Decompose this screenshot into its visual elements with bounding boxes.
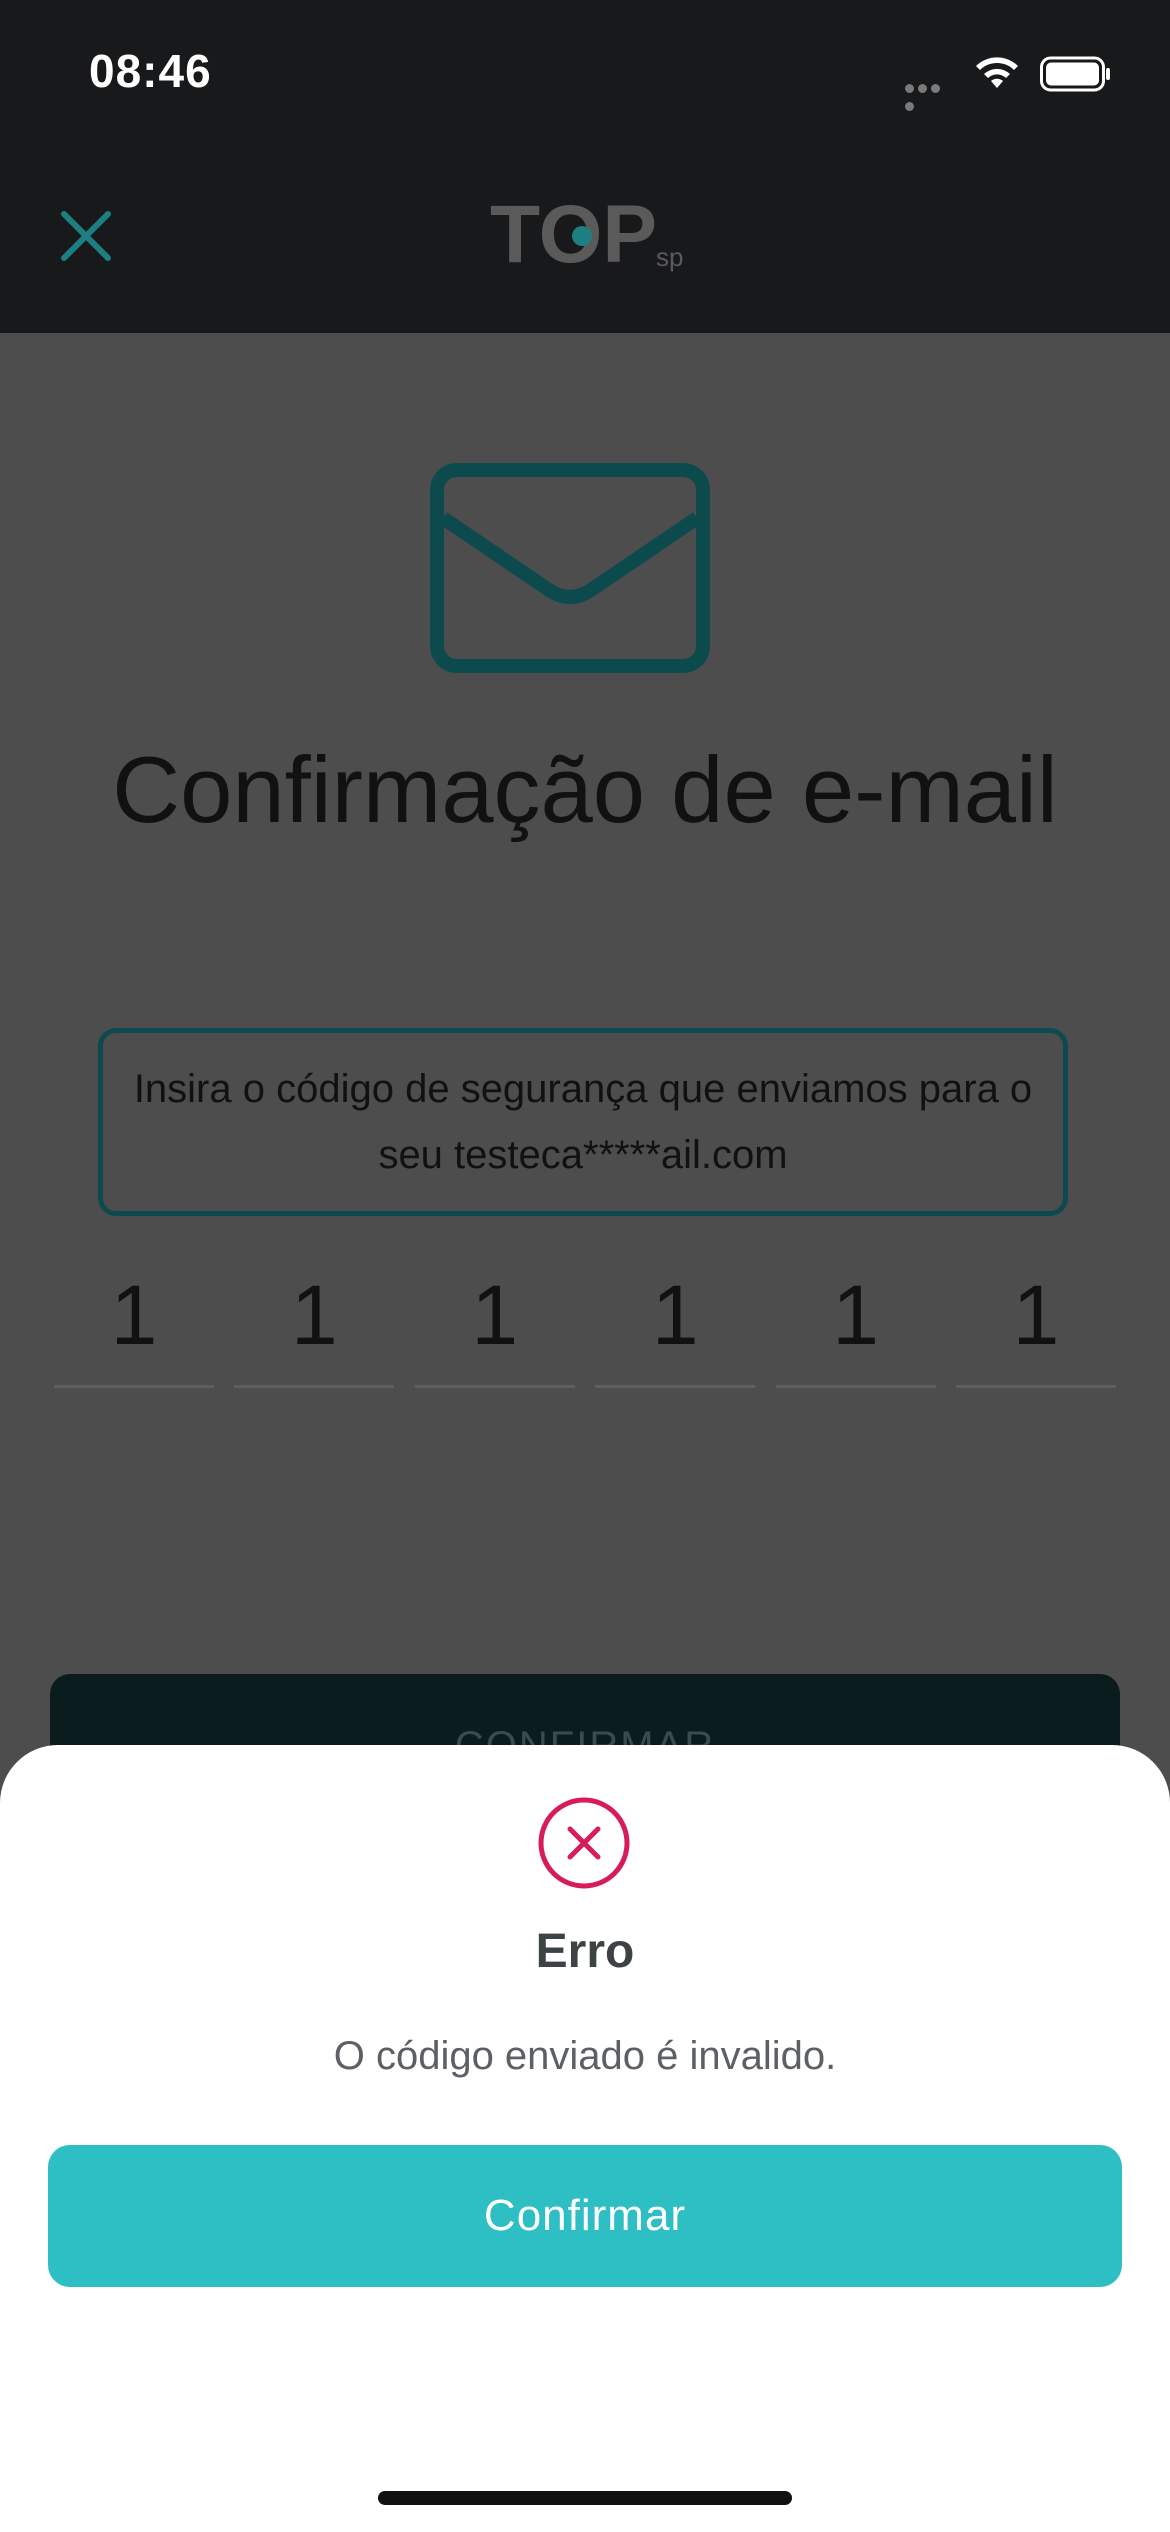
wifi-icon xyxy=(976,57,1018,88)
home-indicator[interactable] xyxy=(378,2491,792,2505)
dialog-title: Erro xyxy=(535,1925,635,1978)
code-input-row: 1 1 1 1 1 1 xyxy=(54,1250,1116,1390)
code-digit-2[interactable]: 1 xyxy=(234,1250,395,1388)
logo-sub: sp xyxy=(656,242,683,272)
code-digit-1[interactable]: 1 xyxy=(54,1250,214,1388)
page-title: Confirmação de e-mail xyxy=(112,737,1058,842)
cellular-signal-icon xyxy=(905,80,955,111)
error-circle-icon xyxy=(538,1797,630,1889)
logo-dot xyxy=(572,226,592,246)
close-icon[interactable] xyxy=(58,208,114,264)
code-digit-5[interactable]: 1 xyxy=(775,1250,936,1388)
status-time: 08:46 xyxy=(89,45,212,97)
code-digit-6[interactable]: 1 xyxy=(955,1250,1116,1388)
app-logo: TOP sp xyxy=(490,189,690,280)
code-digit-3[interactable]: 1 xyxy=(414,1250,575,1388)
info-text: Insira o código de segurança que enviamo… xyxy=(133,1067,1033,1177)
battery-icon xyxy=(1040,56,1110,92)
info-message: Insira o código de segurança que enviamo… xyxy=(98,1028,1068,1216)
dialog-confirm-button[interactable]: Confirmar xyxy=(48,2145,1122,2287)
code-digit-4[interactable]: 1 xyxy=(595,1250,756,1388)
envelope-icon xyxy=(430,463,710,673)
dialog-message: O código enviado é invalido. xyxy=(333,2034,837,2078)
